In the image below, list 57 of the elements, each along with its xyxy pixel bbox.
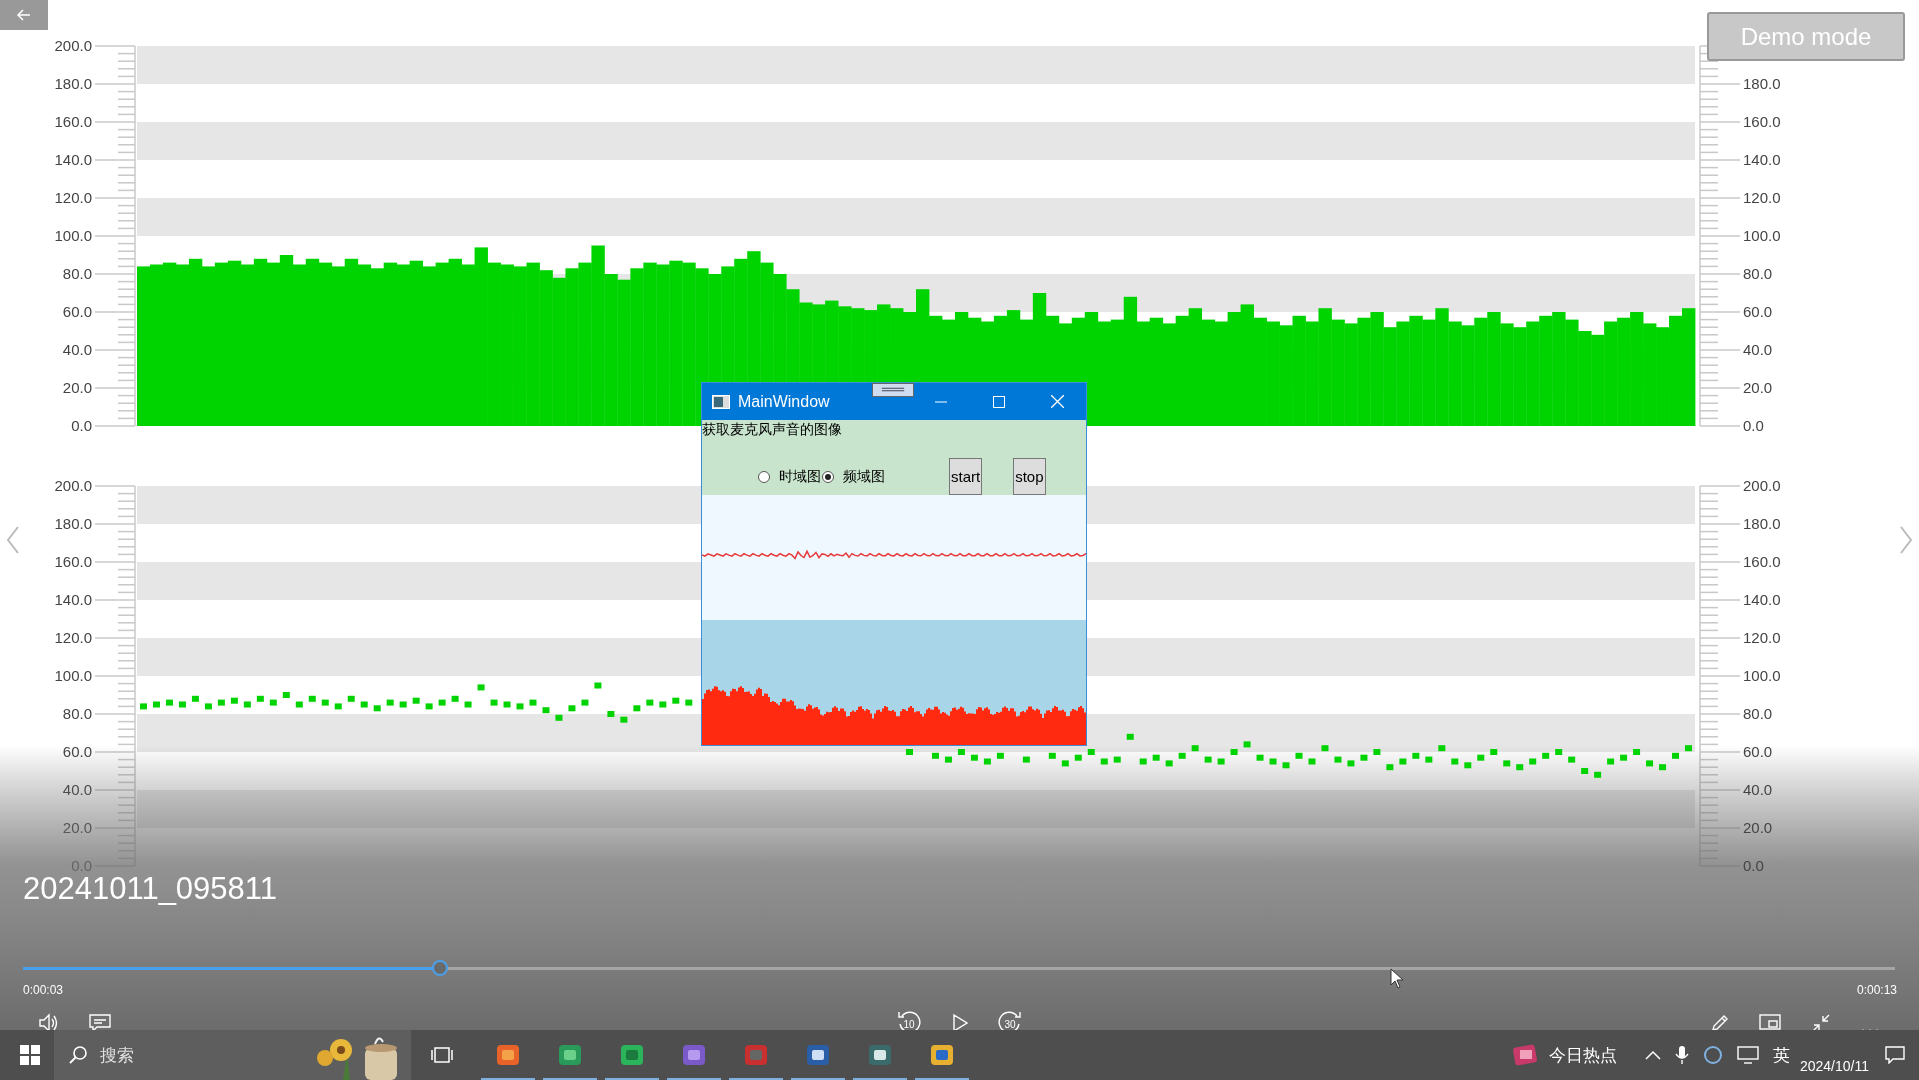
axis-label: 120.0 [1743,189,1781,206]
axis-label: 140.0 [1743,151,1781,168]
axis-label: 60.0 [62,303,92,320]
axis-label: 80.0 [1743,705,1773,722]
axis-label: 200.0 [54,37,92,54]
radio-button[interactable]: 频域图 [822,467,885,486]
video-title: 20241011_095811 [23,873,277,904]
axis-label: 20.0 [62,379,92,396]
axis-label: 160.0 [1743,113,1781,130]
axis-label: 80.0 [62,265,92,282]
axis-label: 200.0 [54,477,92,494]
axis-label: 160.0 [54,553,92,570]
axis-label: 140.0 [54,151,92,168]
axis-label: 20.0 [1743,819,1773,836]
axis-label: 60.0 [1743,303,1773,320]
news-label[interactable]: 今日热点 [1548,1043,1617,1067]
rewind-button[interactable]: 10 [896,1010,922,1030]
axis-label: 100.0 [1743,667,1781,684]
axis-label: 60.0 [62,743,92,760]
axis-label: 20.0 [1743,379,1773,396]
axis-label: 100.0 [54,667,92,684]
axis-label: 40.0 [1743,341,1773,358]
forward-button[interactable]: 30 [997,1010,1023,1030]
axis-label: 180.0 [1743,75,1781,92]
start-button[interactable]: start [949,458,983,495]
axis-label: 140.0 [1743,591,1781,608]
axis-label: 160.0 [54,113,92,130]
axis-label: 20.0 [62,819,92,836]
radio-button[interactable]: 时域图 [758,467,821,486]
elapsed-time: 0:00:03 [23,983,64,997]
axis-label: 40.0 [1743,781,1773,798]
axis-label: 0.0 [71,417,92,434]
axis-label: 100.0 [54,227,92,244]
axis-label: 80.0 [1743,265,1773,282]
axis-label: 0.0 [1743,417,1764,434]
axis-label: 180.0 [1743,515,1781,532]
axis-label: 40.0 [62,341,92,358]
stop-button[interactable]: stop [1013,458,1046,495]
axis-label: 180.0 [54,515,92,532]
search-field[interactable]: 搜索 [54,1030,411,1080]
axis-label: 200.0 [1743,477,1781,494]
input-method-label[interactable]: 英 [1772,1043,1790,1067]
axis-label: 0.0 [1743,857,1764,874]
axis-label: 120.0 [54,189,92,206]
axis-label: 180.0 [54,75,92,92]
axis-label: 140.0 [54,591,92,608]
heading: 获取麦克风声音的图像 [702,421,842,439]
axis-label: 80.0 [62,705,92,722]
total-time: 0:00:13 [1856,983,1897,997]
date-label[interactable]: 2024/10/11 [1799,1058,1869,1074]
axis-label: 40.0 [62,781,92,798]
axis-label: 120.0 [54,629,92,646]
axis-label: 120.0 [1743,629,1781,646]
axis-label: 60.0 [1743,743,1773,760]
window-title: MainWindow [738,392,830,411]
axis-label: 160.0 [1743,553,1781,570]
axis-label: 100.0 [1743,227,1781,244]
